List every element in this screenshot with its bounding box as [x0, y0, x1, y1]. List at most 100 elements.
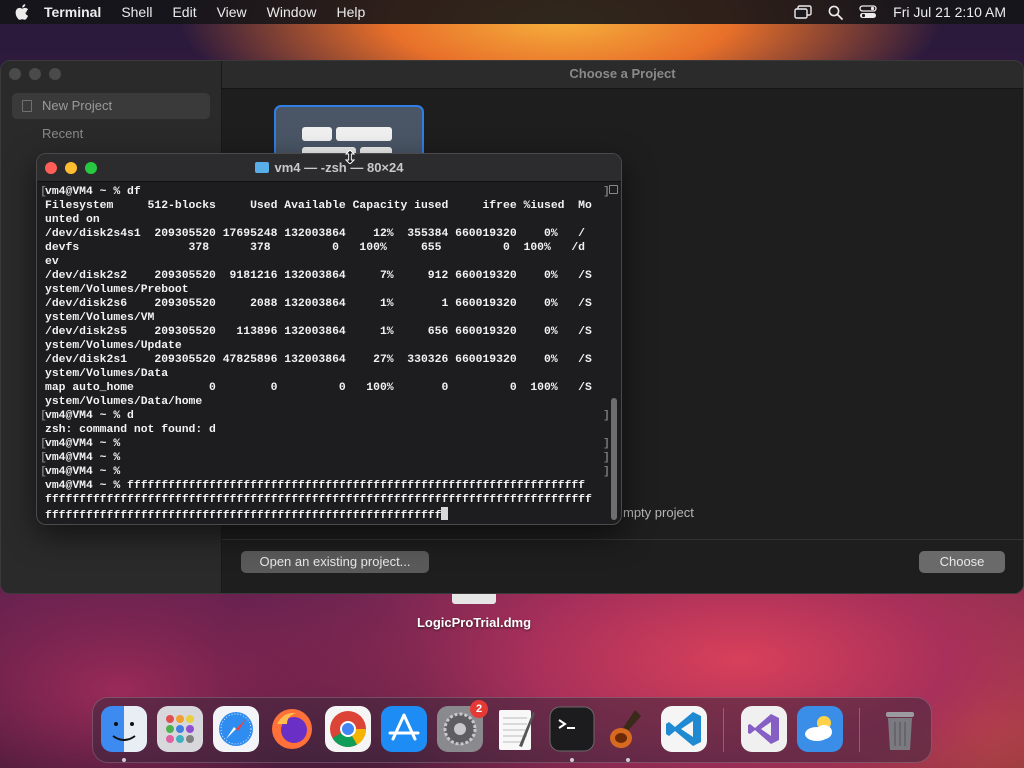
dmg-file-icon — [452, 594, 496, 604]
document-icon — [22, 100, 32, 112]
visual-studio-icon — [741, 706, 787, 757]
dock: 2 — [92, 697, 932, 763]
terminal-line: /dev/disk2s6 209305520 2088 132003864 1%… — [40, 297, 610, 311]
terminal-line-text: ffffffffffffffffffffffffffffffffffffffff… — [45, 494, 592, 506]
terminal-line: ystem/Volumes/Update — [40, 339, 610, 353]
spotlight-search-icon[interactable] — [828, 5, 844, 20]
prompt-mark-right: ] — [603, 466, 610, 478]
terminal-scrollbar-thumb[interactable] — [611, 398, 617, 520]
dock-item-trash[interactable] — [877, 706, 923, 752]
terminal-line: vm4@VM4 ~ % ffffffffffffffffffffffffffff… — [40, 479, 610, 493]
terminal-line-text: ffffffffffffffffffffffffffffffffffffffff… — [45, 510, 442, 522]
sidebar-item-recent[interactable]: Recent — [12, 121, 210, 147]
terminal-line-text: vm4@VM4 ~ % — [45, 452, 121, 464]
terminal-title: vm4 — -zsh — 80×24 — [274, 160, 404, 175]
terminal-line: ffffffffffffffffffffffffffffffffffffffff… — [40, 507, 610, 522]
dock-item-firefox[interactable] — [269, 706, 315, 752]
terminal-line-text: vm4@VM4 ~ % d — [45, 410, 134, 422]
dock-item-visual-studio[interactable] — [741, 706, 787, 752]
dock-separator — [859, 708, 860, 752]
terminal-line-text: vm4@VM4 ~ % — [45, 438, 121, 450]
open-existing-project-button[interactable]: Open an existing project... — [241, 551, 429, 573]
template-thumbnail-block — [302, 127, 332, 141]
finder-icon — [101, 706, 147, 757]
dock-item-vscode[interactable] — [661, 706, 707, 752]
menu-app-name[interactable]: Terminal — [44, 4, 101, 20]
terminal-cursor — [441, 507, 449, 520]
terminal-line-text: vm4@VM4 ~ % ffffffffffffffffffffffffffff… — [45, 480, 586, 492]
terminal-line-text: /dev/disk2s4s1 209305520 17695248 132003… — [45, 228, 586, 240]
terminal-line-text: vm4@VM4 ~ % — [45, 466, 121, 478]
terminal-line-text: ystem/Volumes/Update — [45, 340, 182, 352]
sidebar-item-new-project[interactable]: New Project — [12, 93, 210, 119]
control-center-icon[interactable] — [859, 5, 877, 19]
prompt-mark-right: ] — [603, 452, 610, 464]
terminal-line-text: ev — [45, 256, 59, 268]
apple-menu-icon[interactable] — [0, 4, 44, 20]
terminal-line: vm4@VM4 ~ % df[] — [40, 185, 610, 199]
empty-project-label[interactable]: mpty project — [623, 505, 694, 520]
terminal-line-text: devfs 378 378 0 100% 655 0 100% /d — [45, 242, 586, 254]
minimize-button[interactable] — [29, 68, 41, 80]
menu-help[interactable]: Help — [336, 4, 365, 20]
menu-view[interactable]: View — [217, 4, 247, 20]
menu-edit[interactable]: Edit — [172, 4, 196, 20]
terminal-line: Filesystem 512-blocks Used Available Cap… — [40, 199, 610, 213]
safari-icon — [213, 706, 259, 757]
dock-item-finder[interactable] — [101, 706, 147, 752]
prompt-mark-right: ] — [603, 410, 610, 422]
terminal-line-text: zsh: command not found: d — [45, 424, 216, 436]
terminal-line-text: ystem/Volumes/Data — [45, 368, 169, 380]
dock-item-chrome[interactable] — [325, 706, 371, 752]
terminal-line-text: ystem/Volumes/Preboot — [45, 284, 189, 296]
prompt-mark-right: ] — [603, 438, 610, 450]
terminal-line: ystem/Volumes/Data/home — [40, 395, 610, 409]
terminal-output[interactable]: vm4@VM4 ~ % df[] Filesystem 512-blocks Us… — [40, 185, 610, 523]
zoom-button[interactable] — [49, 68, 61, 80]
template-thumbnail-block — [336, 127, 392, 141]
running-indicator — [570, 758, 574, 762]
screen-mirroring-icon[interactable] — [794, 5, 812, 19]
sidebar-item-label: New Project — [42, 98, 113, 113]
close-button[interactable] — [9, 68, 21, 80]
terminal-line: zsh: command not found: d — [40, 423, 610, 437]
choose-button[interactable]: Choose — [919, 551, 1005, 573]
terminal-title-wrap: vm4 — -zsh — 80×24 — [37, 154, 621, 182]
prompt-mark-left: [ — [40, 452, 47, 464]
terminal-line: /dev/disk2s4s1 209305520 17695248 132003… — [40, 227, 610, 241]
dock-item-instruments[interactable] — [605, 706, 651, 752]
terminal-line: vm4@VM4 ~ %[] — [40, 451, 610, 465]
dock-item-weather[interactable] — [797, 706, 843, 752]
terminal-line: ev — [40, 255, 610, 269]
dock-item-textedit[interactable] — [493, 706, 539, 752]
terminal-line-text: /dev/disk2s2 209305520 9181216 132003864… — [45, 270, 592, 282]
desktop-file-dmg[interactable]: LogicProTrial.dmg — [404, 594, 544, 630]
terminal-line: map auto_home 0 0 0 100% 0 0 100% /S — [40, 381, 610, 395]
terminal-line: ystem/Volumes/Data — [40, 367, 610, 381]
terminal-line: vm4@VM4 ~ % d[] — [40, 409, 610, 423]
menu-shell[interactable]: Shell — [121, 4, 152, 20]
menu-clock[interactable]: Fri Jul 21 2:10 AM — [893, 4, 1006, 20]
trash-icon — [877, 706, 923, 757]
menu-window[interactable]: Window — [267, 4, 317, 20]
terminal-line-text: Filesystem 512-blocks Used Available Cap… — [45, 200, 592, 212]
footer-divider — [222, 539, 1023, 540]
prompt-mark-left: [ — [40, 410, 47, 422]
weather-icon — [797, 706, 843, 757]
dock-separator — [723, 708, 724, 752]
dock-item-terminal[interactable] — [549, 706, 595, 752]
terminal-line: /dev/disk2s1 209305520 47825896 13200386… — [40, 353, 610, 367]
dock-item-app-store[interactable] — [381, 706, 427, 752]
terminal-titlebar[interactable]: vm4 — -zsh — 80×24 — [37, 154, 621, 182]
dock-item-launchpad[interactable] — [157, 706, 203, 752]
launchpad-icon — [157, 706, 203, 757]
terminal-line: unted on — [40, 213, 610, 227]
dock-item-settings[interactable]: 2 — [437, 700, 488, 752]
resize-cursor-icon — [344, 150, 356, 164]
terminal-line: ffffffffffffffffffffffffffffffffffffffff… — [40, 493, 610, 507]
dock-item-safari[interactable] — [213, 706, 259, 752]
desktop-file-label: LogicProTrial.dmg — [416, 615, 532, 630]
vscode-icon — [661, 706, 707, 757]
scroll-corner-icon[interactable] — [609, 185, 618, 194]
terminal-line: ystem/Volumes/VM — [40, 311, 610, 325]
